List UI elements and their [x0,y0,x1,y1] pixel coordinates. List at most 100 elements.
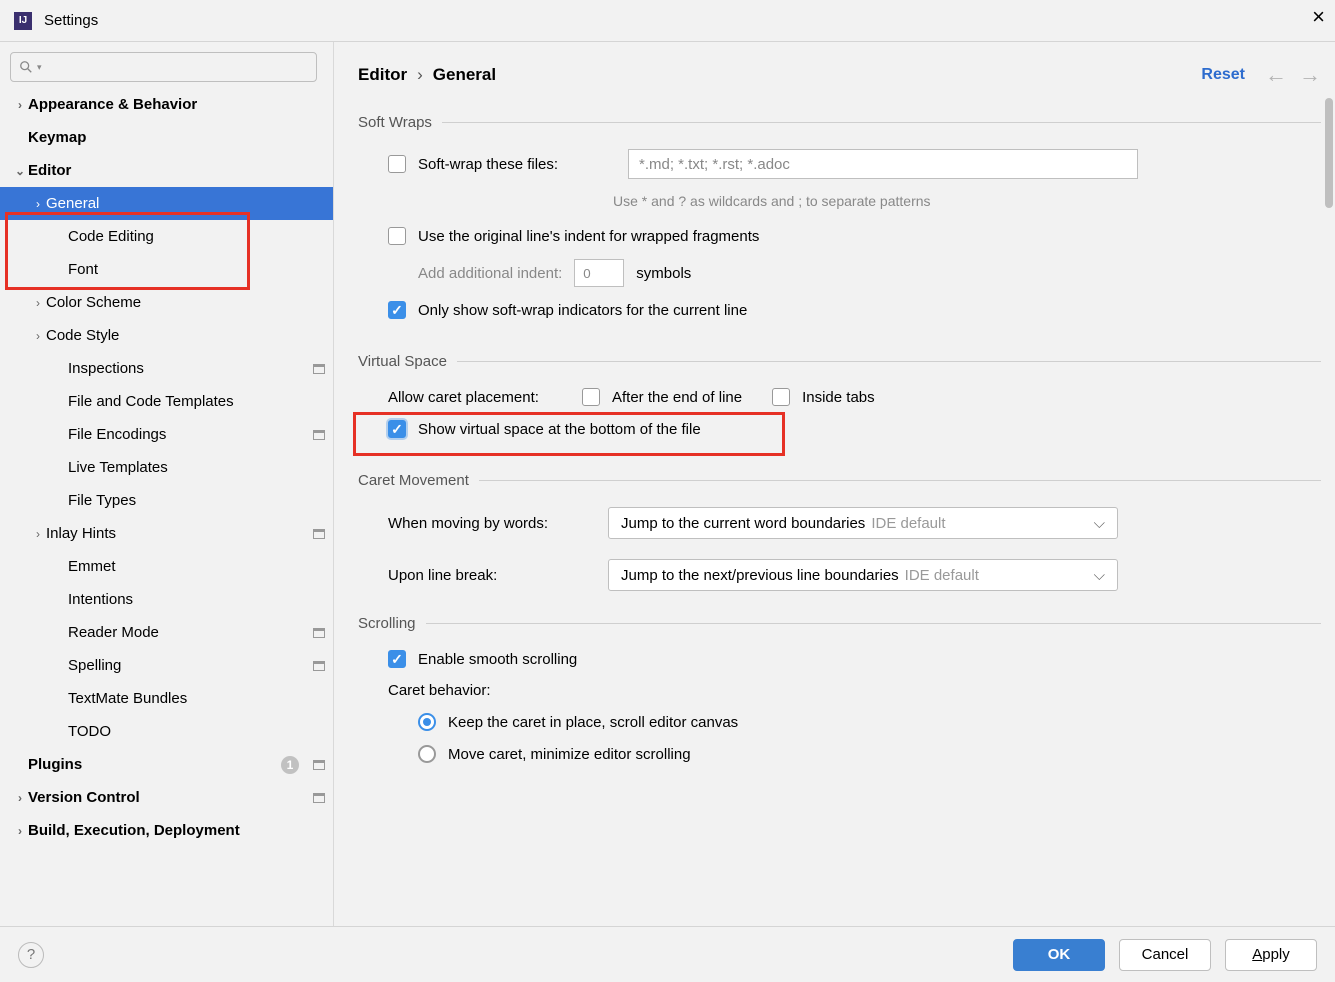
sidebar-item-label: Editor [28,162,325,179]
cancel-button[interactable]: Cancel [1119,939,1211,971]
sidebar-item-live-templates[interactable]: ›Live Templates [0,451,333,484]
sidebar-item-code-editing[interactable]: ›Code Editing [0,220,333,253]
chevron-down-icon: ⌄ [12,164,28,178]
scrollbar-thumb[interactable] [1325,98,1333,208]
breadcrumb-root[interactable]: Editor [358,65,407,85]
sidebar-item-appearance-behavior[interactable]: ›Appearance & Behavior [0,88,333,121]
sidebar-item-label: Reader Mode [68,624,307,641]
dropdown-value: Jump to the next/previous line boundarie… [621,567,899,584]
label-show-virtual-space: Show virtual space at the bottom of the … [418,421,701,438]
chevron-right-icon: › [30,197,46,211]
sidebar-item-version-control[interactable]: ›Version Control [0,781,333,814]
reset-link[interactable]: Reset [1201,66,1245,84]
scope-icon [313,760,325,770]
badge: 1 [281,756,299,774]
sidebar-item-inspections[interactable]: ›Inspections [0,352,333,385]
chevron-down-icon: ⌵ [1094,567,1105,584]
dropdown-line-break[interactable]: Jump to the next/previous line boundarie… [608,559,1118,591]
checkbox-inside-tabs[interactable] [772,388,790,406]
sidebar-item-editor[interactable]: ⌄Editor [0,154,333,187]
scope-icon [313,793,325,803]
checkbox-softwrap-files[interactable] [388,155,406,173]
chevron-right-icon: › [417,65,423,85]
checkbox-after-eol[interactable] [582,388,600,406]
nav-forward-icon[interactable]: → [1299,62,1321,88]
scrollbar[interactable] [1323,42,1335,926]
radio-keep-caret[interactable] [418,713,436,731]
section-scrolling: Scrolling [358,615,1321,632]
label-softwrap-files: Soft-wrap these files: [418,156,628,173]
hint-wildcards: Use * and ? as wildcards and ; to separa… [613,193,1321,209]
label-additional-indent: Add additional indent: [418,265,562,282]
label-after-eol: After the end of line [612,389,742,406]
dropdown-value: Jump to the current word boundaries [621,515,865,532]
sidebar-item-code-style[interactable]: ›Code Style [0,319,333,352]
sidebar-item-emmet[interactable]: ›Emmet [0,550,333,583]
sidebar-item-textmate-bundles[interactable]: ›TextMate Bundles [0,682,333,715]
sidebar-item-label: Code Editing [68,228,325,245]
section-title-label: Soft Wraps [358,114,432,131]
label-symbols: symbols [636,265,691,282]
close-icon[interactable]: × [1312,6,1325,28]
sidebar-item-plugins[interactable]: ›Plugins1 [0,748,333,781]
chevron-right-icon: › [30,296,46,310]
label-moving-words: When moving by words: [388,515,608,532]
section-virtual-space: Virtual Space [358,353,1321,370]
section-caret-movement: Caret Movement [358,472,1321,489]
checkbox-original-indent[interactable] [388,227,406,245]
sidebar-item-general[interactable]: ›General [0,187,333,220]
sidebar-item-label: Spelling [68,657,307,674]
sidebar-item-build-execution-deployment[interactable]: ›Build, Execution, Deployment [0,814,333,847]
checkbox-smooth-scrolling[interactable]: ✓ [388,650,406,668]
section-title-label: Caret Movement [358,472,469,489]
scope-icon [313,430,325,440]
sidebar-item-inlay-hints[interactable]: ›Inlay Hints [0,517,333,550]
label-only-current-line: Only show soft-wrap indicators for the c… [418,302,747,319]
input-additional-indent[interactable] [574,259,624,287]
sidebar-item-font[interactable]: ›Font [0,253,333,286]
scope-icon [313,661,325,671]
radio-move-caret[interactable] [418,745,436,763]
sidebar-item-keymap[interactable]: ›Keymap [0,121,333,154]
sidebar-item-label: Keymap [28,129,325,146]
sidebar-item-label: Inlay Hints [46,525,307,542]
label-allow-caret: Allow caret placement: [388,389,582,406]
sidebar-item-label: Code Style [46,327,325,344]
help-icon[interactable]: ? [18,942,44,968]
chevron-right-icon: › [30,527,46,541]
sidebar-item-color-scheme[interactable]: ›Color Scheme [0,286,333,319]
scope-icon [313,529,325,539]
input-softwrap-patterns[interactable] [628,149,1138,179]
nav-back-icon[interactable]: ← [1265,62,1287,88]
content-panel: Editor › General Reset ← → Soft Wraps So… [334,42,1335,926]
section-title-label: Virtual Space [358,353,447,370]
chevron-right-icon: › [30,329,46,343]
chevron-down-icon: ⌵ [1094,515,1105,532]
section-soft-wraps: Soft Wraps [358,114,1321,131]
sidebar-item-file-encodings[interactable]: ›File Encodings [0,418,333,451]
sidebar-item-label: Inspections [68,360,307,377]
sidebar-item-intentions[interactable]: ›Intentions [0,583,333,616]
sidebar-item-spelling[interactable]: ›Spelling [0,649,333,682]
sidebar-item-label: Intentions [68,591,325,608]
footer: ? OK Cancel Apply [0,926,1335,982]
sidebar-item-label: Appearance & Behavior [28,96,325,113]
checkbox-only-current-line[interactable]: ✓ [388,301,406,319]
dropdown-moving-words[interactable]: Jump to the current word boundaries IDE … [608,507,1118,539]
label-move-caret: Move caret, minimize editor scrolling [448,746,691,763]
breadcrumb: Editor › General [358,65,496,85]
checkbox-show-virtual-space[interactable]: ✓ [388,420,406,438]
apply-button[interactable]: Apply [1225,939,1317,971]
scope-icon [313,364,325,374]
sidebar-item-file-types[interactable]: ›File Types [0,484,333,517]
sidebar-item-label: Color Scheme [46,294,325,311]
sidebar-item-todo[interactable]: ›TODO [0,715,333,748]
sidebar: ▾ ›Appearance & Behavior›Keymap⌄Editor›G… [0,42,334,926]
search-input[interactable]: ▾ [10,52,317,82]
scope-icon [313,628,325,638]
settings-tree[interactable]: ›Appearance & Behavior›Keymap⌄Editor›Gen… [0,88,333,926]
sidebar-item-file-and-code-templates[interactable]: ›File and Code Templates [0,385,333,418]
sidebar-item-reader-mode[interactable]: ›Reader Mode [0,616,333,649]
sidebar-item-label: Plugins [28,756,281,773]
ok-button[interactable]: OK [1013,939,1105,971]
